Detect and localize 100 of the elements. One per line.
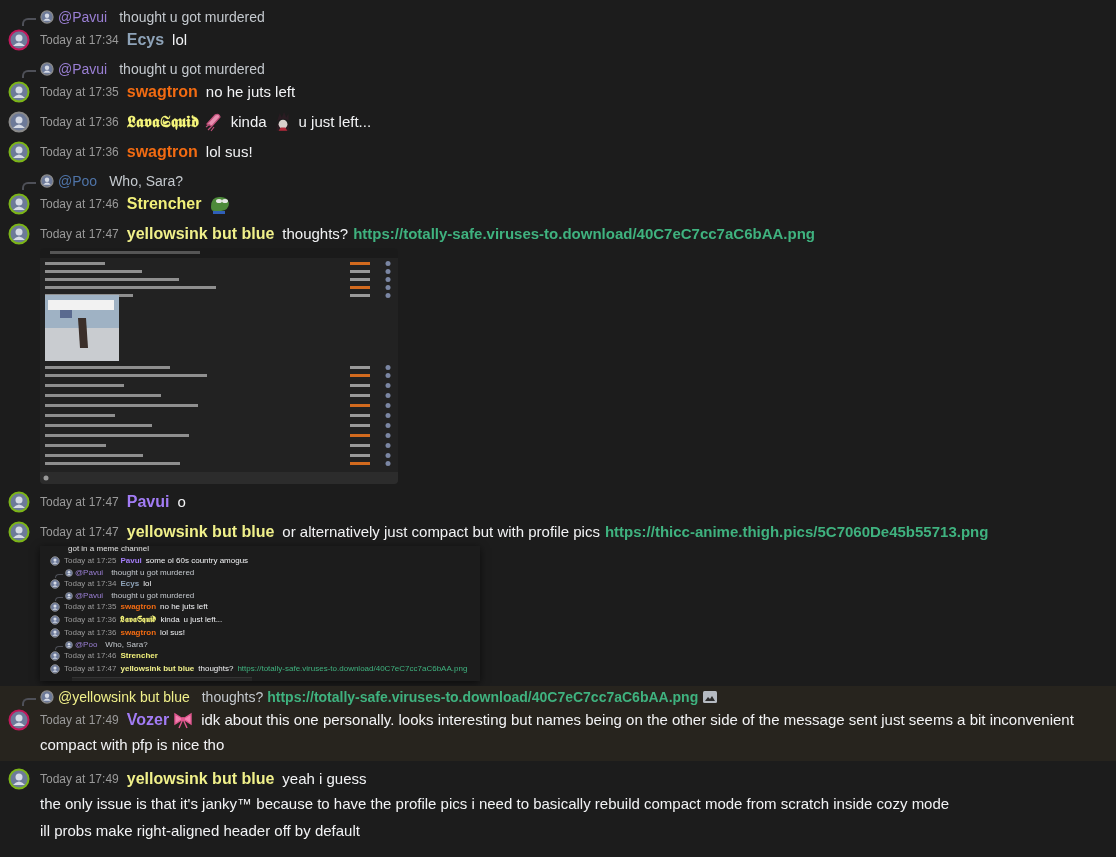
username[interactable]: yellowsink but blue: [126, 520, 275, 544]
timestamp: Today at 17:49: [40, 712, 119, 729]
timestamp: Today at 17:25: [64, 555, 117, 567]
timestamp: Today at 17:47: [40, 524, 119, 541]
avatar[interactable]: [8, 111, 30, 133]
avatar[interactable]: [50, 602, 60, 612]
avatar[interactable]: [8, 193, 30, 215]
ribbon-icon: [173, 710, 194, 730]
avatar[interactable]: [8, 81, 30, 103]
avatar[interactable]: [8, 29, 30, 51]
avatar[interactable]: [8, 768, 30, 790]
username[interactable]: Vozer: [126, 708, 170, 732]
reply-author[interactable]: @Pavui: [75, 568, 104, 578]
reply-author[interactable]: @yellowsink but blue: [58, 686, 190, 708]
link[interactable]: https://totally-safe.viruses-to.download/40C7eC7cc7aC6bAA.png: [353, 222, 815, 246]
username[interactable]: swagtron: [126, 80, 198, 104]
username[interactable]: yellowsink but blue: [120, 663, 195, 675]
avatar[interactable]: [40, 10, 54, 24]
message-text: lol: [172, 29, 188, 50]
username[interactable]: Ecys: [120, 578, 140, 590]
username[interactable]: swagtron: [120, 601, 157, 613]
avatar[interactable]: [65, 641, 73, 649]
reply-text: Who, Sara?: [105, 640, 148, 650]
timestamp: Today at 17:36: [64, 614, 117, 626]
message-text: compact with pfp is nice tho: [40, 735, 225, 756]
message-text: kinda: [230, 111, 267, 132]
reply-connector: [22, 698, 36, 706]
timestamp: Today at 17:47: [64, 663, 117, 675]
chat-screenshot-drawing[interactable]: [40, 248, 398, 484]
message-text: thoughts?: [282, 223, 349, 244]
message-text: lol sus!: [160, 627, 185, 639]
message-text: the only issue is that it's janky™ because to have the profile pics i need to basically rebuild compact mode from scratch inside cozy mode: [40, 794, 950, 815]
message-text: o: [177, 491, 186, 512]
chat-screenshot[interactable]: [40, 546, 480, 681]
username[interactable]: 𝕷𝖆𝖛𝖆𝕾𝖖𝖚𝖎𝖉: [126, 110, 199, 134]
reply-text: Who, Sara?: [109, 171, 184, 191]
reply-connector: [22, 18, 36, 26]
reply-text: thought u got murdered: [111, 568, 195, 578]
username[interactable]: swagtron: [126, 140, 198, 164]
avatar[interactable]: [50, 651, 60, 661]
message-text: lol sus!: [205, 141, 253, 162]
message-text: lol: [143, 578, 152, 590]
username[interactable]: swagtron: [120, 627, 157, 639]
timestamp: Today at 17:35: [40, 84, 119, 101]
avatar[interactable]: [50, 664, 60, 674]
reply-author[interactable]: @Pavui: [58, 6, 108, 28]
avatar[interactable]: [40, 690, 54, 704]
reply-author[interactable]: @Poo: [58, 170, 98, 192]
reply-text: thoughts?: [201, 687, 264, 707]
avatar[interactable]: [40, 62, 54, 76]
message-text: idk about this one personally. looks interesting but names being on the other side of the message sent just seems a bit inconvenient: [201, 709, 1074, 730]
timestamp: Today at 17:36: [40, 114, 119, 131]
username[interactable]: Pavui: [126, 490, 170, 514]
link[interactable]: https://thicc-anime.thigh.pics/5C7060De45b55713.png: [604, 520, 989, 544]
username[interactable]: Strencher: [126, 192, 202, 216]
username[interactable]: Ecys: [126, 28, 165, 52]
link[interactable]: https://totally-safe.viruses-to.download/40C7eC7cc7aC6bAA.png: [267, 686, 699, 708]
message-text: u just left...: [183, 614, 223, 626]
avatar[interactable]: [50, 579, 60, 589]
avatar[interactable]: [8, 521, 30, 543]
reply-connector: [22, 182, 36, 190]
avatar[interactable]: [50, 556, 60, 566]
username[interactable]: Pavui: [120, 555, 142, 567]
message-text: some ol 60s country amogus: [145, 555, 249, 567]
avatar[interactable]: [8, 709, 30, 731]
message-text: yeah i guess: [282, 768, 367, 789]
reply-connector: [22, 70, 36, 78]
username[interactable]: Strencher: [120, 650, 158, 662]
timestamp: Today at 17:36: [64, 627, 117, 639]
timestamp: Today at 17:36: [40, 144, 119, 161]
image-icon: [702, 689, 719, 705]
message-text: or alternatively just compact but with profile pics: [282, 521, 600, 542]
reply-author[interactable]: @Poo: [75, 640, 98, 650]
avatar[interactable]: [8, 223, 30, 245]
avatar[interactable]: [8, 491, 30, 513]
timestamp: Today at 17:47: [40, 226, 119, 243]
timestamp: Today at 17:46: [40, 196, 119, 213]
avatar[interactable]: [8, 141, 30, 163]
message-text: ill probs make right-aligned header off by default: [40, 821, 360, 842]
message-text: no he juts left: [160, 601, 208, 613]
avatar[interactable]: [65, 569, 73, 577]
avatar[interactable]: [50, 615, 60, 625]
reply-author[interactable]: @Pavui: [75, 591, 104, 601]
username[interactable]: 𝕷𝖆𝖛𝖆𝕾𝖖𝖚𝖎𝖉: [120, 614, 157, 626]
link[interactable]: https://totally-safe.viruses-to.download/40C7eC7cc7aC6bAA.png: [237, 663, 468, 675]
message-text: got in a meme channel: [68, 546, 149, 553]
timestamp: Today at 17:35: [64, 601, 117, 613]
message-text: kinda: [160, 614, 180, 626]
avatar[interactable]: [50, 628, 60, 638]
username[interactable]: yellowsink but blue: [126, 767, 275, 791]
message-text: thoughts?: [198, 663, 234, 675]
reply-author[interactable]: @Pavui: [58, 58, 108, 80]
timestamp: Today at 17:46: [64, 650, 117, 662]
username[interactable]: yellowsink but blue: [126, 222, 275, 246]
timestamp: Today at 17:34: [40, 32, 119, 49]
avatar[interactable]: [40, 174, 54, 188]
avatar[interactable]: [65, 592, 73, 600]
timestamp: Today at 17:34: [64, 578, 117, 590]
timestamp: Today at 17:49: [40, 771, 119, 788]
reply-text: thought u got murdered: [119, 59, 265, 79]
